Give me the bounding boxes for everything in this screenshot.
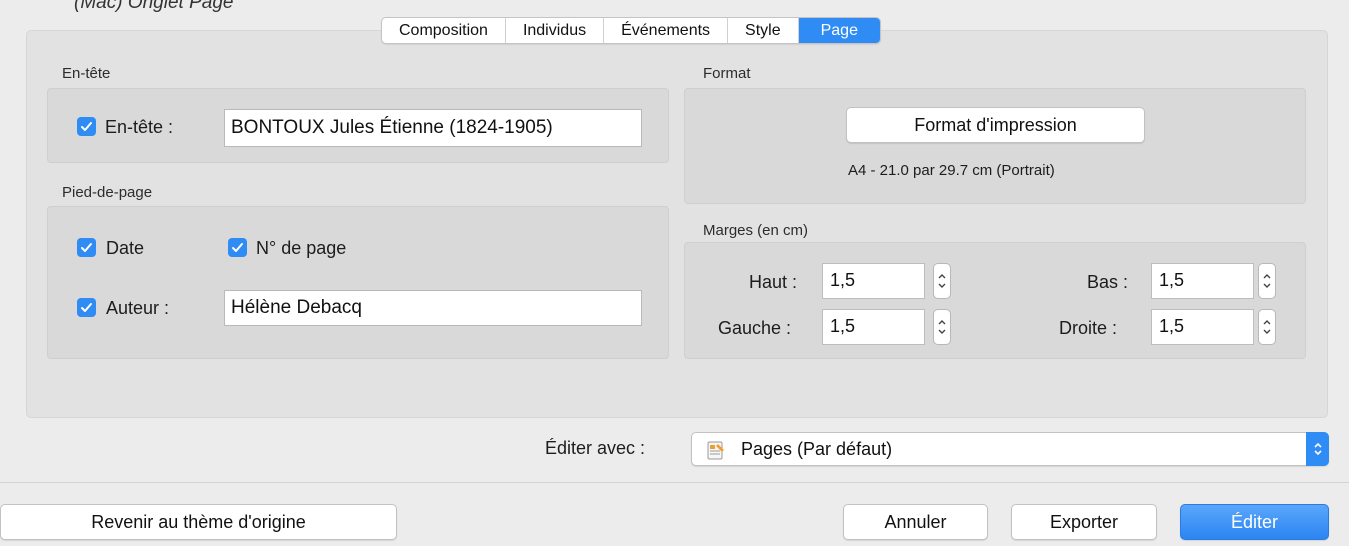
margin-top-label: Haut : xyxy=(749,272,798,292)
edit-button[interactable]: Éditer xyxy=(1180,504,1329,540)
tab-style[interactable]: Style xyxy=(728,18,799,43)
export-button[interactable]: Exporter xyxy=(1011,504,1157,540)
date-checkbox[interactable] xyxy=(77,238,96,257)
margin-left-stepper[interactable] xyxy=(933,309,951,345)
header-checkbox[interactable] xyxy=(77,117,96,136)
print-format-button[interactable]: Format d'impression xyxy=(846,107,1145,143)
margin-bottom-input[interactable]: 1,5 xyxy=(1151,263,1254,299)
margin-left-label: Gauche : xyxy=(718,318,792,338)
pages-app-icon xyxy=(707,441,724,460)
margin-top-input[interactable]: 1,5 xyxy=(822,263,925,299)
tab-evenements[interactable]: Événements xyxy=(604,18,729,43)
author-checkbox[interactable] xyxy=(77,298,96,317)
margin-right-stepper[interactable] xyxy=(1258,309,1276,345)
footer-group xyxy=(47,206,669,359)
checkmark-icon xyxy=(81,122,92,131)
tab-composition[interactable]: Composition xyxy=(382,18,506,43)
tab-individus[interactable]: Individus xyxy=(506,18,605,43)
paper-format-info: A4 - 21.0 par 29.7 cm (Portrait) xyxy=(848,162,1055,179)
tab-page[interactable]: Page xyxy=(798,18,880,43)
margin-top-stepper[interactable] xyxy=(933,263,951,299)
header-checkbox-label: En-tête : xyxy=(105,117,174,137)
margin-bottom-stepper[interactable] xyxy=(1258,263,1276,299)
header-section-title: En-tête xyxy=(62,65,111,82)
edit-with-selected: Pages (Par défaut) xyxy=(741,439,893,459)
footer-divider xyxy=(0,482,1349,483)
checkmark-icon xyxy=(81,243,92,252)
checkmark-icon xyxy=(232,243,243,252)
popup-arrows-icon xyxy=(1306,432,1329,466)
edit-with-popup[interactable]: Pages (Par défaut) xyxy=(691,432,1329,466)
cancel-button[interactable]: Annuler xyxy=(843,504,988,540)
window-caption: (Mac) Onglet Page xyxy=(74,0,234,13)
header-text-field[interactable]: BONTOUX Jules Étienne (1824-1905) xyxy=(224,109,642,147)
page-number-checkbox[interactable] xyxy=(228,238,247,257)
format-section-title: Format xyxy=(703,65,751,82)
stepper-arrows-icon xyxy=(938,274,946,288)
checkmark-icon xyxy=(81,303,92,312)
margins-section-title: Marges (en cm) xyxy=(703,222,809,239)
tab-bar: Composition Individus Événements Style P… xyxy=(381,17,881,44)
format-group xyxy=(684,88,1306,204)
margin-right-input[interactable]: 1,5 xyxy=(1151,309,1254,345)
date-checkbox-label: Date xyxy=(106,238,145,258)
footer-section-title: Pied-de-page xyxy=(62,184,153,201)
revert-theme-button[interactable]: Revenir au thème d'origine xyxy=(0,504,397,540)
stepper-arrows-icon xyxy=(938,320,946,334)
stepper-arrows-icon xyxy=(1263,274,1271,288)
author-text-field[interactable]: Hélène Debacq xyxy=(224,290,642,326)
author-checkbox-label: Auteur : xyxy=(106,298,170,318)
margin-right-label: Droite : xyxy=(1059,318,1118,338)
edit-with-label: Éditer avec : xyxy=(545,438,646,458)
page-number-checkbox-label: N° de page xyxy=(256,238,347,258)
margin-left-input[interactable]: 1,5 xyxy=(822,309,925,345)
stepper-arrows-icon xyxy=(1263,320,1271,334)
margin-bottom-label: Bas : xyxy=(1087,272,1129,292)
